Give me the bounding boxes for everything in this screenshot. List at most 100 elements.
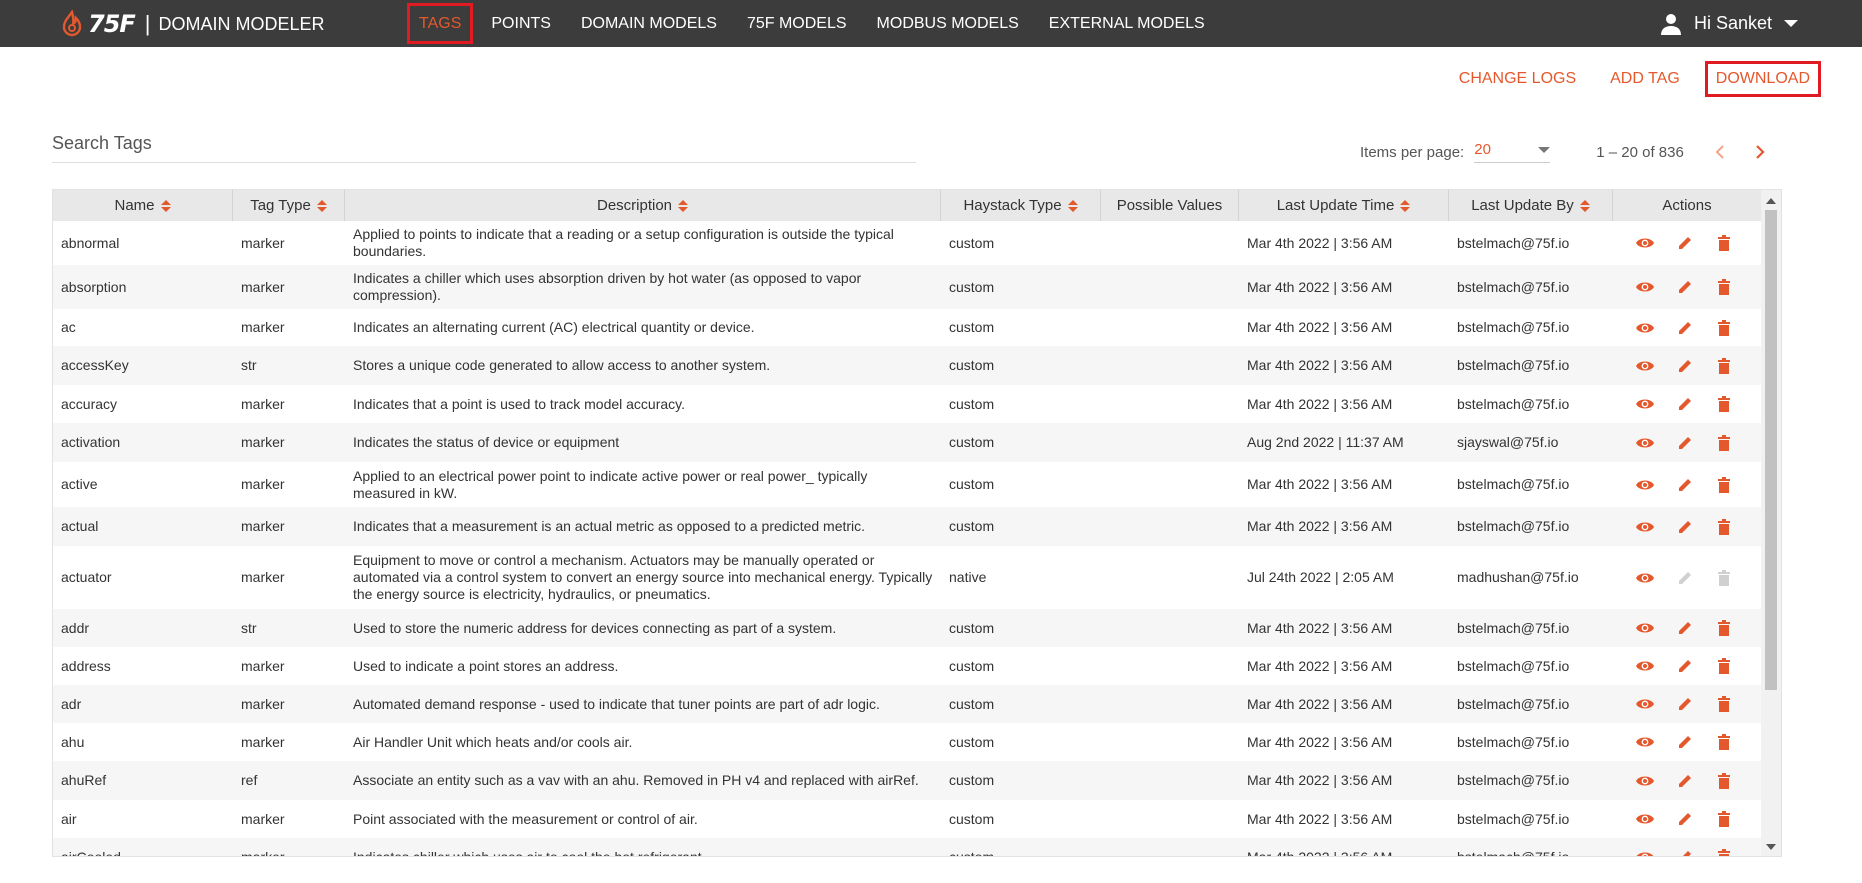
delete-trash-icon[interactable] (1714, 277, 1733, 297)
view-eye-icon[interactable] (1635, 394, 1655, 414)
table-row: absorption marker Indicates a chiller whic… (53, 265, 1761, 309)
delete-trash-icon[interactable] (1714, 771, 1733, 791)
nav-external-models[interactable]: EXTERNAL MODELS (1034, 0, 1220, 47)
view-eye-icon[interactable] (1635, 356, 1655, 376)
delete-trash-icon[interactable] (1714, 356, 1733, 376)
delete-trash-icon[interactable] (1714, 732, 1733, 752)
cell-description: Used to indicate a point stores an addre… (353, 657, 619, 674)
cell-haystack-type: custom (949, 657, 995, 674)
sort-icon (678, 199, 689, 212)
sort-icon (316, 199, 327, 212)
edit-pencil-icon[interactable] (1675, 475, 1694, 495)
view-eye-icon[interactable] (1635, 475, 1655, 495)
previous-page-button[interactable] (1706, 138, 1734, 166)
edit-pencil-icon[interactable] (1675, 517, 1694, 537)
view-eye-icon[interactable] (1635, 694, 1655, 714)
view-eye-icon[interactable] (1635, 318, 1655, 338)
view-eye-icon[interactable] (1635, 847, 1655, 856)
page-range-label: 1 – 20 of 836 (1596, 143, 1684, 161)
dropdown-arrow-icon (1538, 146, 1551, 153)
user-menu[interactable]: Hi Sanket (1660, 0, 1798, 47)
view-eye-icon[interactable] (1635, 233, 1655, 253)
scroll-thumb[interactable] (1765, 210, 1777, 690)
scroll-down-icon[interactable] (1766, 844, 1776, 850)
edit-pencil-icon[interactable] (1675, 732, 1694, 752)
cell-tag-type: marker (241, 434, 285, 450)
scroll-up-icon[interactable] (1766, 198, 1776, 204)
nav-modbus-models[interactable]: MODBUS MODELS (862, 0, 1034, 47)
next-page-button[interactable] (1746, 138, 1774, 166)
view-eye-icon[interactable] (1635, 771, 1655, 791)
delete-trash-icon[interactable] (1714, 809, 1733, 829)
cell-last-update-time: Mar 4th 2022 | 3:56 AM (1247, 278, 1393, 295)
view-eye-icon[interactable] (1635, 732, 1655, 752)
cell-last-update-time: Aug 2nd 2022 | 11:37 AM (1247, 434, 1404, 450)
edit-pencil-icon[interactable] (1675, 771, 1694, 791)
items-per-page-select[interactable]: 20 (1474, 141, 1551, 163)
delete-trash-icon[interactable] (1714, 694, 1733, 714)
col-header-haystack-type[interactable]: Haystack Type (941, 190, 1101, 221)
cell-tag-type: marker (241, 395, 285, 412)
edit-pencil-icon[interactable] (1675, 656, 1694, 676)
caret-down-icon (1784, 20, 1798, 27)
table-row: address marker Used to indicate a point st… (53, 647, 1761, 685)
view-eye-icon[interactable] (1635, 517, 1655, 537)
add-tag-button[interactable]: ADD TAG (1610, 70, 1680, 88)
edit-pencil-icon[interactable] (1675, 809, 1694, 829)
download-button[interactable]: DOWNLOAD (1704, 61, 1822, 97)
col-header-last-update-by[interactable]: Last Update By (1449, 190, 1613, 221)
view-eye-icon[interactable] (1635, 433, 1655, 453)
nav-tags[interactable]: TAGS (404, 0, 476, 47)
edit-pencil-icon[interactable] (1675, 277, 1694, 297)
cell-last-update-by: bstelmach@75f.io (1457, 695, 1570, 712)
edit-pencil-icon[interactable] (1675, 847, 1694, 856)
edit-pencil-icon[interactable] (1675, 394, 1694, 414)
cell-actions (1613, 517, 1761, 537)
edit-pencil-icon[interactable] (1675, 694, 1694, 714)
view-eye-icon[interactable] (1635, 277, 1655, 297)
delete-trash-icon[interactable] (1714, 394, 1733, 414)
edit-pencil-icon[interactable] (1675, 233, 1694, 253)
cell-haystack-type: custom (949, 810, 995, 827)
delete-trash-icon[interactable] (1714, 233, 1733, 253)
nav-domain-models[interactable]: DOMAIN MODELS (566, 0, 732, 47)
delete-trash-icon[interactable] (1714, 847, 1733, 856)
delete-trash-icon[interactable] (1714, 318, 1733, 338)
cell-tag-type: marker (241, 319, 285, 335)
cell-name: ahuRef (61, 772, 107, 788)
cell-description: Indicates that a measurement is an actua… (353, 518, 866, 534)
cell-last-update-by: bstelmach@75f.io (1457, 619, 1570, 636)
table-scrollbar[interactable] (1761, 190, 1781, 856)
brand[interactable]: 75F | DOMAIN MODELER (60, 8, 325, 40)
edit-pencil-icon[interactable] (1675, 433, 1694, 453)
delete-trash-icon[interactable] (1714, 517, 1733, 537)
view-eye-icon[interactable] (1635, 656, 1655, 676)
cell-last-update-by: bstelmach@75f.io (1457, 319, 1570, 335)
change-logs-button[interactable]: CHANGE LOGS (1459, 70, 1576, 88)
delete-trash-icon[interactable] (1714, 433, 1733, 453)
nav-points[interactable]: POINTS (476, 0, 566, 47)
col-header-tag-type[interactable]: Tag Type (233, 190, 345, 221)
view-eye-icon[interactable] (1635, 568, 1655, 588)
cell-actions (1613, 394, 1761, 414)
delete-trash-icon (1714, 568, 1733, 588)
cell-last-update-by: bstelmach@75f.io (1457, 234, 1570, 251)
delete-trash-icon[interactable] (1714, 618, 1733, 638)
col-header-description[interactable]: Description (345, 190, 941, 221)
search-tags-input[interactable]: Search Tags (52, 133, 916, 163)
col-header-name[interactable]: Name (53, 190, 233, 221)
delete-trash-icon[interactable] (1714, 475, 1733, 495)
nav-75f-models[interactable]: 75F MODELS (732, 0, 862, 47)
cell-tag-type: marker (241, 695, 285, 712)
edit-pencil-icon[interactable] (1675, 618, 1694, 638)
edit-pencil-icon[interactable] (1675, 356, 1694, 376)
cell-actions (1613, 809, 1761, 829)
table-row: adr marker Automated demand response - use… (53, 685, 1761, 723)
cell-name: address (61, 657, 111, 674)
cell-description: Equipment to move or control a mechanism… (353, 552, 933, 602)
delete-trash-icon[interactable] (1714, 656, 1733, 676)
col-header-last-update-time[interactable]: Last Update Time (1239, 190, 1449, 221)
view-eye-icon[interactable] (1635, 809, 1655, 829)
view-eye-icon[interactable] (1635, 618, 1655, 638)
edit-pencil-icon[interactable] (1675, 318, 1694, 338)
